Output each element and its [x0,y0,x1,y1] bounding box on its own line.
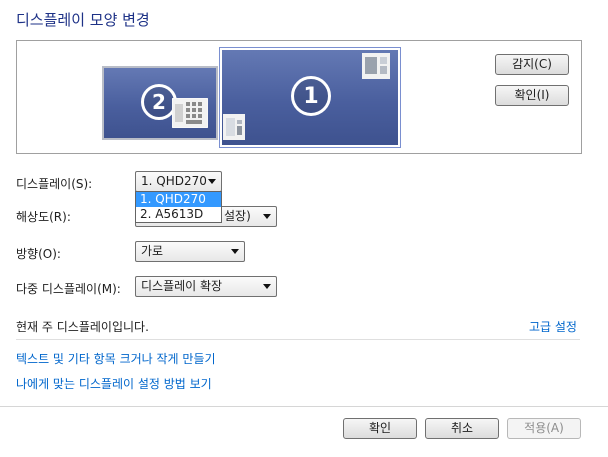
multi-display-label: 다중 디스플레이(M): [16,282,121,296]
monitor-2-keyboard-icon [172,98,208,128]
orientation-label: 방향(O): [16,247,61,261]
resolution-select-value: 설장) [224,209,251,223]
display-option-1[interactable]: 1. QHD270 [136,192,221,207]
orientation-select-value: 가로 [141,244,164,258]
which-settings-link[interactable]: 나에게 맞는 디스플레이 설정 방법 보기 [16,375,212,392]
monitor-1-window-icon [362,53,390,79]
advanced-settings-link[interactable]: 고급 설정 [529,318,577,335]
text-size-link[interactable]: 텍스트 및 기타 항목 크거나 작게 만들기 [16,350,216,367]
display-select-value: 1. QHD270 [141,174,207,188]
chevron-down-icon [263,214,271,219]
orientation-select[interactable]: 가로 [135,241,245,262]
footer-divider [0,406,608,407]
monitor-1[interactable]: 1 [219,47,401,148]
display-dropdown-list[interactable]: 1. QHD270 2. A5613D [135,191,222,223]
chevron-down-icon [231,249,239,254]
identify-button[interactable]: 확인(I) [495,85,569,106]
resolution-label: 해상도(R): [16,210,71,224]
chevron-down-icon [263,284,271,289]
display-select[interactable]: 1. QHD270 [135,171,222,192]
ok-button[interactable]: 확인 [343,418,417,439]
monitor-1-number: 1 [291,76,331,116]
multi-display-select-value: 디스플레이 확장 [141,279,223,293]
primary-display-status: 현재 주 디스플레이입니다. [16,320,149,334]
monitor-2[interactable]: 2 [102,66,218,140]
multi-display-select[interactable]: 디스플레이 확장 [135,276,277,297]
chevron-down-icon [208,179,216,184]
divider [16,339,580,340]
monitor-1-document-icon [223,114,245,140]
cancel-button[interactable]: 취소 [425,418,499,439]
display-label: 디스플레이(S): [16,177,93,191]
page-title: 디스플레이 모양 변경 [16,11,150,29]
detect-button[interactable]: 감지(C) [495,54,569,75]
apply-button[interactable]: 적용(A) [507,418,581,439]
display-option-2[interactable]: 2. A5613D [136,207,221,222]
